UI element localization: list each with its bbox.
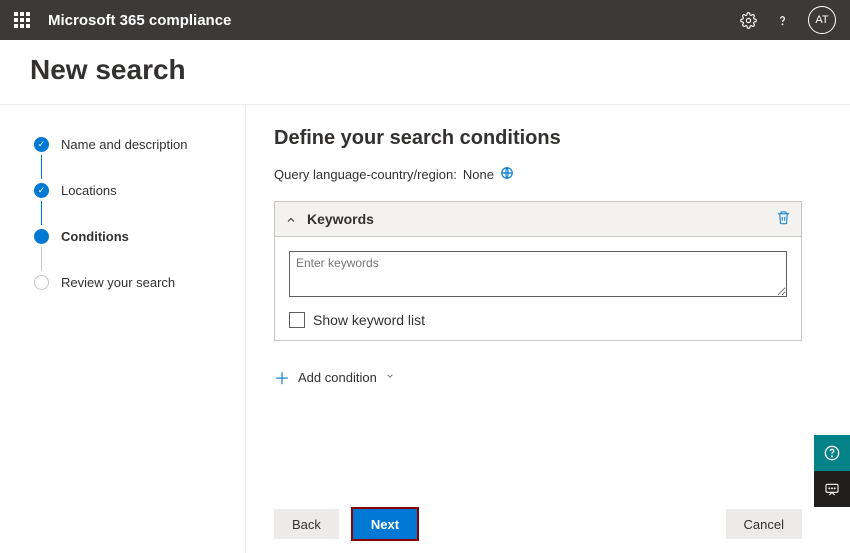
section-title: Define your search conditions bbox=[274, 127, 802, 150]
keywords-section: Keywords Show keyword list bbox=[274, 201, 802, 341]
step-connector bbox=[41, 247, 42, 271]
help-icon[interactable] bbox=[775, 13, 790, 28]
show-keyword-list-checkbox[interactable] bbox=[289, 312, 305, 328]
step-label: Review your search bbox=[61, 275, 175, 290]
help-float-button[interactable] bbox=[814, 435, 850, 471]
step-label: Locations bbox=[61, 183, 117, 198]
next-button[interactable]: Next bbox=[353, 509, 417, 539]
chevron-down-icon bbox=[385, 371, 395, 384]
keywords-title: Keywords bbox=[307, 211, 776, 227]
main-panel: Define your search conditions Query lang… bbox=[246, 105, 850, 553]
step-connector bbox=[41, 201, 42, 225]
wizard-steps: ✓ Name and description ✓ Locations Condi… bbox=[0, 105, 246, 553]
feedback-float-button[interactable] bbox=[814, 471, 850, 507]
step-conditions[interactable]: Conditions bbox=[34, 225, 245, 247]
side-float-buttons bbox=[814, 435, 850, 507]
page-title: New search bbox=[0, 40, 850, 104]
avatar[interactable]: AT bbox=[808, 6, 836, 34]
plus-icon: ＋ bbox=[274, 365, 290, 389]
app-launcher-icon[interactable] bbox=[14, 12, 30, 28]
query-language-row: Query language-country/region: None bbox=[274, 166, 802, 183]
step-review[interactable]: Review your search bbox=[34, 271, 245, 293]
trash-icon[interactable] bbox=[776, 210, 791, 228]
app-title: Microsoft 365 compliance bbox=[48, 12, 740, 29]
gear-icon[interactable] bbox=[740, 12, 757, 29]
keywords-input[interactable] bbox=[289, 251, 787, 297]
check-icon: ✓ bbox=[34, 137, 49, 152]
show-keyword-list-label: Show keyword list bbox=[313, 312, 425, 328]
step-connector bbox=[41, 155, 42, 179]
query-language-value: None bbox=[463, 167, 494, 182]
chevron-up-icon[interactable] bbox=[285, 211, 297, 227]
add-condition-label: Add condition bbox=[298, 370, 377, 385]
current-step-icon bbox=[34, 229, 49, 244]
step-label: Conditions bbox=[61, 229, 129, 244]
footer: Back Next Cancel bbox=[246, 499, 850, 553]
add-condition-button[interactable]: ＋ Add condition bbox=[274, 365, 802, 389]
check-icon: ✓ bbox=[34, 183, 49, 198]
globe-icon[interactable] bbox=[500, 166, 514, 183]
step-name-description[interactable]: ✓ Name and description bbox=[34, 133, 245, 155]
pending-step-icon bbox=[34, 275, 49, 290]
query-language-label: Query language-country/region: bbox=[274, 167, 457, 182]
step-locations[interactable]: ✓ Locations bbox=[34, 179, 245, 201]
step-label: Name and description bbox=[61, 137, 187, 152]
back-button[interactable]: Back bbox=[274, 509, 339, 539]
keywords-header: Keywords bbox=[275, 202, 801, 237]
cancel-button[interactable]: Cancel bbox=[726, 509, 802, 539]
top-bar: Microsoft 365 compliance AT bbox=[0, 0, 850, 40]
